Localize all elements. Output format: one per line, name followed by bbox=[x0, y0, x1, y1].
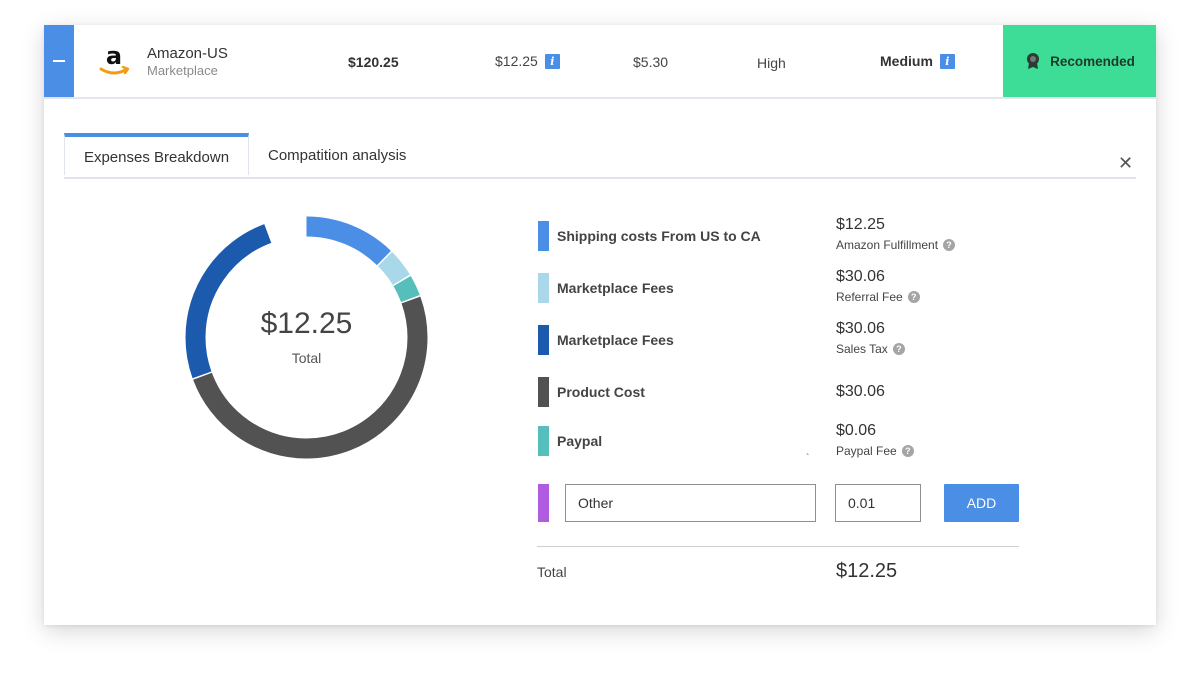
expense-sub-label: Paypal Fee bbox=[836, 444, 897, 458]
tab-expenses-breakdown[interactable]: Expenses Breakdown bbox=[64, 133, 249, 175]
marketplace-card: a Amazon-US Marketplace $120.25 $12.25 i… bbox=[44, 25, 1156, 625]
expense-label: Product Cost bbox=[557, 384, 645, 400]
competition-value: Medium bbox=[880, 53, 933, 69]
recommended-label: Recomended bbox=[1050, 53, 1135, 69]
total-divider bbox=[537, 546, 1019, 547]
expense-label: Paypal bbox=[557, 433, 603, 449]
color-swatch bbox=[538, 377, 549, 407]
svg-text:a: a bbox=[106, 43, 122, 70]
recommended-badge: Recomended bbox=[1003, 25, 1156, 97]
expense-label: Marketplace Fees bbox=[557, 280, 674, 296]
amazon-logo-icon: a bbox=[99, 43, 130, 75]
shipping-value: $5.30 bbox=[633, 54, 669, 70]
color-swatch bbox=[538, 221, 549, 251]
expense-value: $30.06 bbox=[836, 383, 885, 400]
help-icon[interactable]: ? bbox=[892, 343, 905, 355]
cursor-mark: ` bbox=[806, 453, 810, 464]
collapse-button[interactable] bbox=[44, 25, 74, 97]
total-label: Total bbox=[537, 564, 567, 580]
expense-value: $30.06 bbox=[836, 268, 885, 285]
tab-competition-analysis[interactable]: Compatition analysis bbox=[268, 133, 406, 177]
other-color-swatch bbox=[538, 484, 549, 522]
help-icon[interactable]: ? bbox=[907, 291, 920, 303]
price-cell: $120.25 bbox=[348, 54, 399, 70]
fee-value: $12.25 bbox=[495, 53, 538, 69]
marketplace-row: a Amazon-US Marketplace $120.25 $12.25 i… bbox=[44, 25, 1156, 99]
help-icon[interactable]: ? bbox=[901, 445, 914, 457]
marketplace-type: Marketplace bbox=[147, 63, 218, 78]
competition-cell: Medium i bbox=[880, 53, 955, 69]
other-expense-name-input[interactable] bbox=[565, 484, 816, 522]
expense-label: Shipping costs From US to CA bbox=[557, 228, 761, 244]
color-swatch bbox=[538, 273, 549, 303]
donut-total-amount: $12.25 bbox=[260, 307, 353, 340]
marketplace-name: Amazon-US bbox=[147, 45, 228, 62]
add-expense-button[interactable]: ADD bbox=[944, 484, 1019, 522]
color-swatch bbox=[538, 426, 549, 456]
info-icon[interactable]: i bbox=[544, 53, 560, 69]
other-expense-amount-input[interactable] bbox=[835, 484, 921, 522]
expense-sub: Paypal Fee ? bbox=[836, 444, 914, 458]
expense-sub-label: Amazon Fulfillment bbox=[836, 238, 939, 252]
donut-total-label: Total bbox=[291, 350, 322, 366]
expense-value: $0.06 bbox=[836, 422, 877, 439]
expense-label: Marketplace Fees bbox=[557, 332, 674, 348]
expense-value: $12.25 bbox=[836, 216, 885, 233]
price-value: $120.25 bbox=[348, 54, 399, 70]
expense-sub-label: Sales Tax bbox=[836, 342, 888, 356]
demand-cell: High bbox=[757, 55, 786, 71]
expense-value: $30.06 bbox=[836, 320, 885, 337]
close-icon[interactable]: ✕ bbox=[1118, 153, 1133, 174]
minus-icon bbox=[53, 60, 65, 62]
color-swatch bbox=[538, 325, 549, 355]
expense-sub: Referral Fee ? bbox=[836, 290, 920, 304]
total-value: $12.25 bbox=[836, 560, 898, 582]
expense-sub-label: Referral Fee bbox=[836, 290, 903, 304]
help-icon[interactable]: ? bbox=[943, 239, 956, 251]
expense-sub: Sales Tax ? bbox=[836, 342, 905, 356]
award-icon bbox=[1027, 53, 1040, 69]
fee-cell: $12.25 i bbox=[495, 53, 560, 69]
tab-bar: Expenses Breakdown Compatition analysis bbox=[64, 133, 1136, 179]
shipping-cell: $5.30 bbox=[633, 54, 668, 70]
info-icon[interactable]: i bbox=[939, 53, 955, 69]
expense-sub: Amazon Fulfillment ? bbox=[836, 238, 956, 252]
demand-value: High bbox=[757, 55, 786, 71]
